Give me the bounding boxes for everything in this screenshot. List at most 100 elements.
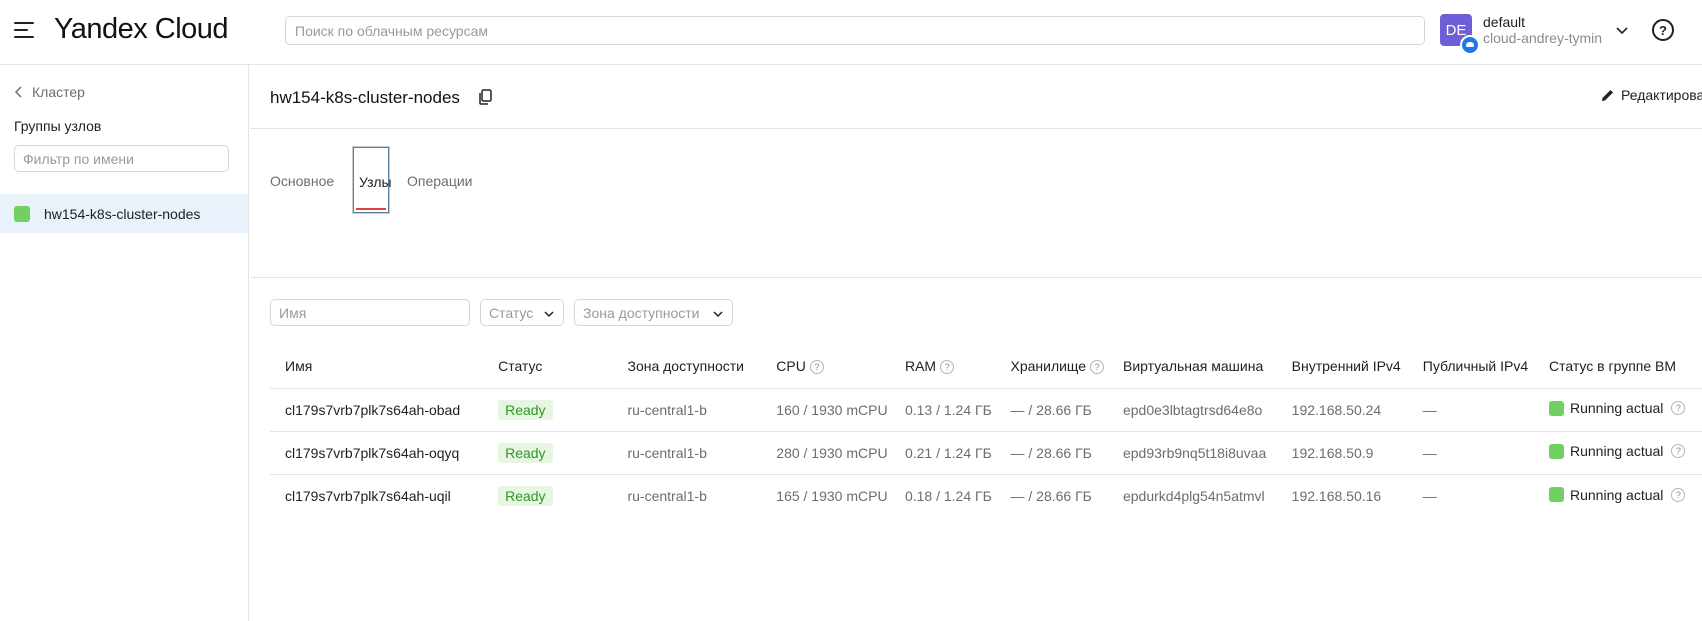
edit-button[interactable]: Редактировать — [1600, 87, 1702, 103]
status-square-icon — [1549, 443, 1564, 459]
column-header-status[interactable]: Статус — [483, 345, 612, 388]
node-cpu: 160 / 1930 mCPU — [761, 387, 890, 431]
help-icon[interactable]: ? — [1671, 444, 1686, 459]
node-vm-status-cell: Running actual? — [1534, 473, 1702, 517]
help-circle-icon[interactable]: ? — [1652, 19, 1674, 41]
cloud-name[interactable]: cloud-andrey-tymin — [1483, 30, 1602, 46]
column-header-vm[interactable]: Виртуальная машина — [1108, 345, 1277, 388]
sidebar-item-label: hw154-k8s-cluster-nodes — [44, 205, 201, 222]
node-internal-ip: 192.168.50.24 — [1276, 387, 1408, 431]
tab-main[interactable]: Основное — [270, 173, 334, 189]
page-title: hw154-k8s-cluster-nodes — [270, 88, 460, 107]
help-icon[interactable]: ? — [809, 360, 824, 375]
node-zone: ru-central1-b — [612, 387, 762, 431]
chevron-left-icon — [14, 86, 22, 98]
node-vm-status-cell: Running actual? — [1534, 430, 1702, 474]
nodes-table: Имя Статус Зона доступности CPU? RAM? Хр… — [270, 345, 1702, 517]
table-row[interactable]: cl179s7vrb7plk7s64ah-oqyq Ready ru-centr… — [270, 430, 1702, 474]
chevron-down-icon[interactable] — [1614, 22, 1630, 38]
node-cpu: 280 / 1930 mCPU — [761, 430, 890, 474]
pencil-icon — [1602, 89, 1613, 101]
chevron-down-icon — [544, 311, 554, 318]
chevron-down-icon — [713, 311, 723, 318]
node-vm-link[interactable]: epd0e3lbtagtrsd64e8o — [1107, 387, 1277, 431]
column-header-internal-ip[interactable]: Внутренний IPv4 — [1277, 345, 1408, 388]
status-square-icon — [1549, 400, 1564, 416]
cloud-icon — [1460, 35, 1480, 55]
active-tab-indicator — [356, 208, 386, 210]
cpu-header-label: CPU — [776, 358, 806, 375]
node-cpu: 165 / 1930 mCPU — [761, 473, 890, 517]
status-filter-label: Статус — [489, 304, 534, 321]
help-icon[interactable]: ? — [1090, 360, 1105, 375]
sidebar: Кластер Группы узлов hw154-k8s-cluster-n… — [0, 65, 249, 621]
column-header-ram[interactable]: RAM? — [890, 345, 996, 388]
tabs-row — [250, 129, 1702, 278]
burger-menu-icon[interactable] — [14, 22, 36, 40]
node-zone: ru-central1-b — [612, 473, 762, 517]
storage-header-label: Хранилище — [1010, 358, 1087, 375]
node-status-cell: Ready — [483, 473, 613, 517]
node-name[interactable]: cl179s7vrb7plk7s64ah-oqyq — [270, 430, 484, 474]
ram-header-label: RAM — [904, 358, 937, 375]
back-to-cluster-link[interactable]: Кластер — [14, 84, 85, 100]
top-header: Yandex Cloud DE default cloud-andrey-tym… — [0, 0, 1702, 65]
title-row: hw154-k8s-cluster-nodes Редактировать — [250, 65, 1702, 129]
account-name[interactable]: default — [1483, 14, 1525, 30]
help-icon[interactable]: ? — [1671, 401, 1686, 416]
column-header-zone[interactable]: Зона доступности — [612, 345, 761, 388]
node-ram: 0.13 / 1.24 ГБ — [889, 387, 996, 431]
main-content: hw154-k8s-cluster-nodes Редактировать Ос… — [250, 65, 1702, 621]
node-status-cell: Ready — [483, 387, 613, 431]
node-status-cell: Ready — [483, 430, 613, 474]
node-vm-link[interactable]: epd93rb9nq5t18i8uvaa — [1107, 430, 1277, 474]
status-badge: Ready — [498, 485, 553, 506]
table-row[interactable]: cl179s7vrb7plk7s64ah-uqil Ready ru-centr… — [270, 473, 1702, 517]
zone-filter-select[interactable]: Зона доступности — [574, 299, 733, 326]
vm-status-label: Running actual — [1570, 486, 1664, 503]
status-square-icon — [14, 205, 30, 222]
node-storage: — / 28.66 ГБ — [995, 473, 1108, 517]
help-icon[interactable]: ? — [940, 360, 955, 375]
node-public-ip: — — [1407, 387, 1534, 431]
vm-status-label: Running actual — [1570, 400, 1664, 417]
column-header-cpu[interactable]: CPU? — [761, 345, 890, 388]
node-public-ip: — — [1407, 430, 1534, 474]
logo[interactable]: Yandex Cloud — [54, 13, 229, 46]
node-name[interactable]: cl179s7vrb7plk7s64ah-obad — [270, 387, 484, 431]
node-internal-ip: 192.168.50.9 — [1276, 430, 1408, 474]
status-filter-select[interactable]: Статус — [480, 299, 564, 326]
node-name[interactable]: cl179s7vrb7plk7s64ah-uqil — [270, 473, 484, 517]
column-header-vm-group-status[interactable]: Статус в группе ВМ — [1534, 345, 1702, 388]
tab-operations[interactable]: Операции — [407, 173, 473, 189]
node-internal-ip: 192.168.50.16 — [1276, 473, 1408, 517]
table-row[interactable]: cl179s7vrb7plk7s64ah-obad Ready ru-centr… — [270, 387, 1702, 431]
node-vm-status-cell: Running actual? — [1534, 387, 1702, 431]
table-header-row: Имя Статус Зона доступности CPU? RAM? Хр… — [270, 345, 1702, 388]
node-vm-link[interactable]: epdurkd4plg54n5atmvl — [1107, 473, 1277, 517]
node-ram: 0.18 / 1.24 ГБ — [889, 473, 996, 517]
tab-nodes-label: Узлы — [359, 174, 392, 190]
edit-label: Редактировать — [1621, 87, 1702, 103]
back-label: Кластер — [32, 84, 85, 100]
column-header-storage[interactable]: Хранилище? — [995, 345, 1108, 388]
node-ram: 0.21 / 1.24 ГБ — [889, 430, 996, 474]
column-header-name[interactable]: Имя — [270, 345, 483, 388]
status-badge: Ready — [498, 442, 553, 463]
vm-status-label: Running actual — [1570, 443, 1664, 460]
node-zone: ru-central1-b — [612, 430, 762, 474]
status-badge: Ready — [498, 399, 553, 420]
node-storage: — / 28.66 ГБ — [995, 430, 1108, 474]
copy-icon[interactable] — [477, 88, 495, 106]
zone-filter-label: Зона доступности — [583, 304, 700, 321]
status-square-icon — [1549, 487, 1564, 502]
node-storage: — / 28.66 ГБ — [995, 387, 1108, 431]
tab-nodes[interactable]: Узлы — [352, 146, 392, 214]
node-name-filter-input[interactable] — [270, 299, 470, 326]
help-icon[interactable]: ? — [1671, 487, 1686, 502]
sidebar-item-node-group[interactable]: hw154-k8s-cluster-nodes — [0, 194, 248, 233]
global-search-input[interactable] — [285, 16, 1425, 45]
sidebar-title: Группы узлов — [14, 118, 102, 134]
column-header-public-ip[interactable]: Публичный IPv4 — [1408, 345, 1534, 388]
node-group-filter-input[interactable] — [14, 145, 229, 172]
